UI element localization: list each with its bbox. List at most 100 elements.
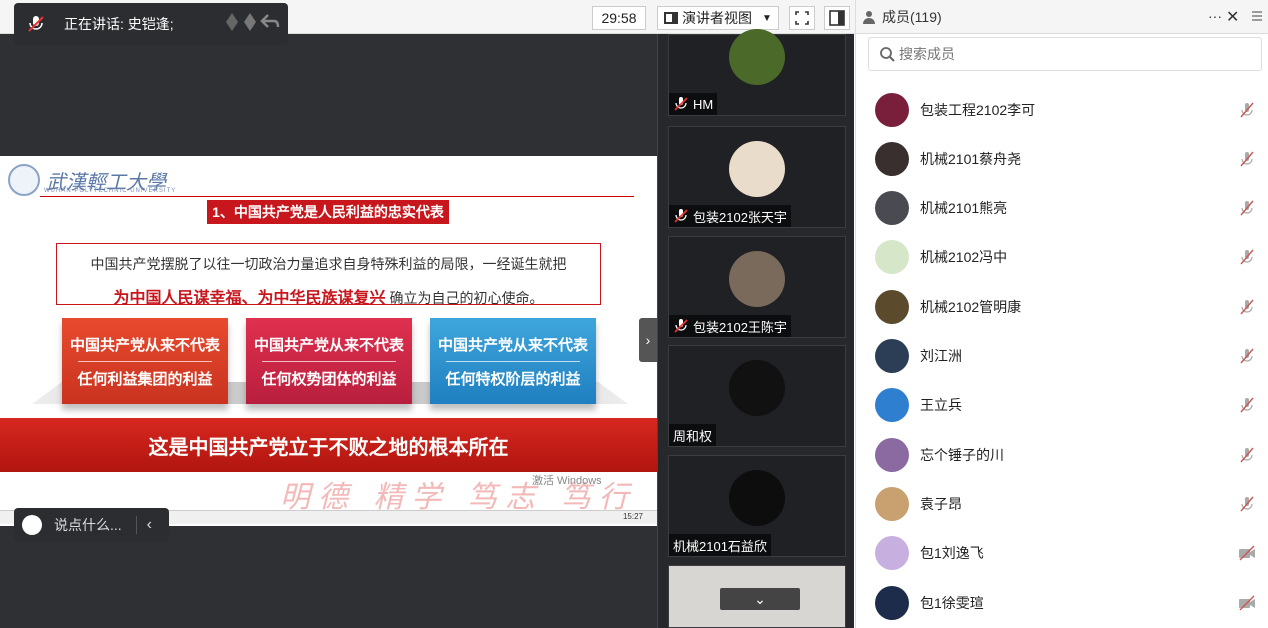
- quote-line-1: 中国共产党摆脱了以往一切政治力量追求自身特殊利益的局限，一经诞生就把: [90, 256, 567, 272]
- avatar: [875, 388, 909, 423]
- avatar: [729, 470, 785, 526]
- meeting-timer: 29:58: [592, 6, 646, 30]
- member-row[interactable]: 刘江洲: [856, 332, 1268, 381]
- chat-placeholder[interactable]: 说点什么...: [54, 515, 122, 535]
- tile-name-label: 机械2101石益欣: [669, 534, 771, 556]
- divider: [446, 360, 580, 362]
- tile-name: 包装2102张天宇: [693, 209, 787, 225]
- logo-subtitle: WUHAN POLYTECHNIC UNIVERSITY: [44, 188, 177, 194]
- mic-muted-icon[interactable]: [1238, 101, 1256, 119]
- member-row[interactable]: 忘个锤子的川: [856, 430, 1268, 479]
- avatar: [729, 251, 785, 307]
- tile-name-label: 包装2102张天宇: [669, 205, 791, 227]
- avatar: [875, 191, 909, 226]
- member-name: 机械2101熊亮: [920, 200, 1008, 217]
- slide-card-1: 中国共产党从来不代表 任何利益集团的利益: [62, 318, 228, 404]
- person-icon: [863, 10, 875, 24]
- mic-muted-icon[interactable]: [1238, 446, 1256, 464]
- member-search-field[interactable]: [868, 37, 1262, 71]
- member-row[interactable]: 机械2102管明康: [856, 282, 1268, 331]
- tile-name-label: HM: [669, 93, 718, 115]
- chevron-right-icon: ›: [645, 332, 651, 348]
- avatar: [875, 585, 909, 620]
- quote-box: 中国共产党摆脱了以往一切政治力量追求自身特殊利益的局限，一经诞生就把 为中国人民…: [56, 243, 601, 308]
- mic-muted-icon[interactable]: [1238, 199, 1256, 217]
- mic-muted-icon[interactable]: [1238, 150, 1256, 168]
- view-mode-dropdown[interactable]: 演讲者视图 ▼: [657, 6, 779, 30]
- video-tile[interactable]: 包装2102王陈宇: [668, 236, 846, 338]
- member-row[interactable]: 包1徐雯瑄: [856, 578, 1268, 627]
- mic-muted-icon[interactable]: [1238, 396, 1256, 414]
- members-header: 成员(119): [856, 0, 1268, 34]
- mic-muted-icon[interactable]: [1238, 495, 1256, 513]
- member-row[interactable]: 袁子昂: [856, 479, 1268, 528]
- member-name: 机械2102管明康: [920, 298, 1022, 315]
- mic-muted-icon: [674, 209, 688, 223]
- video-off-icon[interactable]: [1238, 594, 1256, 612]
- quote-tail: 确立为自己的初心使命。: [389, 290, 544, 306]
- member-name: 包1徐雯瑄: [920, 594, 984, 611]
- member-name: 包装工程2102李可: [920, 101, 1036, 118]
- speaking-indicator: 正在讲话: 史铠逢;: [14, 3, 288, 45]
- slide-card-3: 中国共产党从来不代表 任何特权阶层的利益: [430, 318, 596, 404]
- card-bottom: 任何特权阶层的利益: [445, 370, 581, 388]
- more-options-icon[interactable]: ···: [1208, 8, 1222, 24]
- avatar: [729, 29, 785, 85]
- member-row[interactable]: 王立兵: [856, 381, 1268, 430]
- member-row[interactable]: 机械2101熊亮: [856, 184, 1268, 233]
- search-icon: [880, 47, 895, 62]
- avatar: [875, 240, 909, 275]
- mic-muted-icon[interactable]: [1238, 298, 1256, 316]
- member-row[interactable]: 包装工程2102李可: [856, 85, 1268, 134]
- slide-title: 1、中国共产党是人民利益的忠实代表: [207, 200, 449, 224]
- avatar: [875, 92, 909, 127]
- emoji-icon[interactable]: [22, 515, 42, 535]
- member-row[interactable]: 机械2102冯中: [856, 233, 1268, 282]
- close-icon[interactable]: ✕: [1226, 7, 1239, 27]
- divider: [262, 360, 396, 362]
- avatar: [875, 486, 909, 521]
- side-panel-icon: [829, 10, 845, 26]
- presentation-slide: 武漢輕工大學 WUHAN POLYTECHNIC UNIVERSITY 1、中国…: [0, 156, 657, 526]
- member-name: 忘个锤子的川: [920, 446, 1004, 463]
- avatar: [729, 141, 785, 197]
- menu-icon[interactable]: [1250, 9, 1264, 23]
- video-tile[interactable]: 包装2102张天宇: [668, 126, 846, 228]
- speaker-arrows-icon[interactable]: [224, 11, 280, 33]
- card-top: 中国共产党从来不代表: [437, 336, 588, 354]
- card-top: 中国共产党从来不代表: [69, 336, 220, 354]
- tile-name: HM: [693, 96, 714, 112]
- mic-muted-icon: [28, 16, 44, 32]
- video-tile[interactable]: 周和权: [668, 345, 846, 447]
- mic-muted-icon: [674, 319, 688, 333]
- scroll-down-button[interactable]: ⌄: [720, 588, 800, 610]
- member-row[interactable]: 机械2101蔡舟尧: [856, 134, 1268, 183]
- video-tile[interactable]: 机械2101石益欣: [668, 455, 846, 557]
- members-title: 成员(119): [882, 8, 942, 25]
- video-off-icon[interactable]: [1238, 544, 1256, 562]
- mic-muted-icon[interactable]: [1238, 248, 1256, 266]
- layout-icon: [664, 12, 678, 24]
- view-mode-label: 演讲者视图: [682, 10, 752, 26]
- chat-input-bar[interactable]: 说点什么... ‹: [14, 508, 169, 542]
- member-name: 袁子昂: [920, 495, 962, 512]
- slide-banner: 这是中国共产党立于不败之地的根本所在: [0, 418, 657, 472]
- member-row[interactable]: 包1刘逸飞: [856, 529, 1268, 578]
- toggle-panel-button[interactable]: [824, 6, 850, 30]
- fullscreen-button[interactable]: [789, 6, 815, 30]
- speaking-label: 正在讲话: 史铠逢;: [64, 16, 174, 32]
- member-name: 机械2101蔡舟尧: [920, 150, 1022, 167]
- quote-line-2: 为中国人民谋幸福、为中华民族谋复兴 确立为自己的初心使命。: [57, 284, 600, 308]
- card-bottom: 任何权势团体的利益: [261, 370, 397, 388]
- member-name: 刘江洲: [920, 348, 962, 364]
- member-search-input[interactable]: [899, 46, 1239, 62]
- mic-muted-icon[interactable]: [1238, 347, 1256, 365]
- chevron-down-icon: ⌄: [754, 590, 766, 607]
- collapse-tiles-button[interactable]: ›: [639, 318, 657, 362]
- member-name: 王立兵: [920, 397, 962, 414]
- member-name: 包1刘逸飞: [920, 545, 984, 562]
- avatar: [875, 289, 909, 324]
- member-name: 机械2102冯中: [920, 249, 1008, 266]
- chevron-left-icon[interactable]: ‹: [135, 516, 152, 534]
- video-tile[interactable]: HM: [668, 29, 846, 116]
